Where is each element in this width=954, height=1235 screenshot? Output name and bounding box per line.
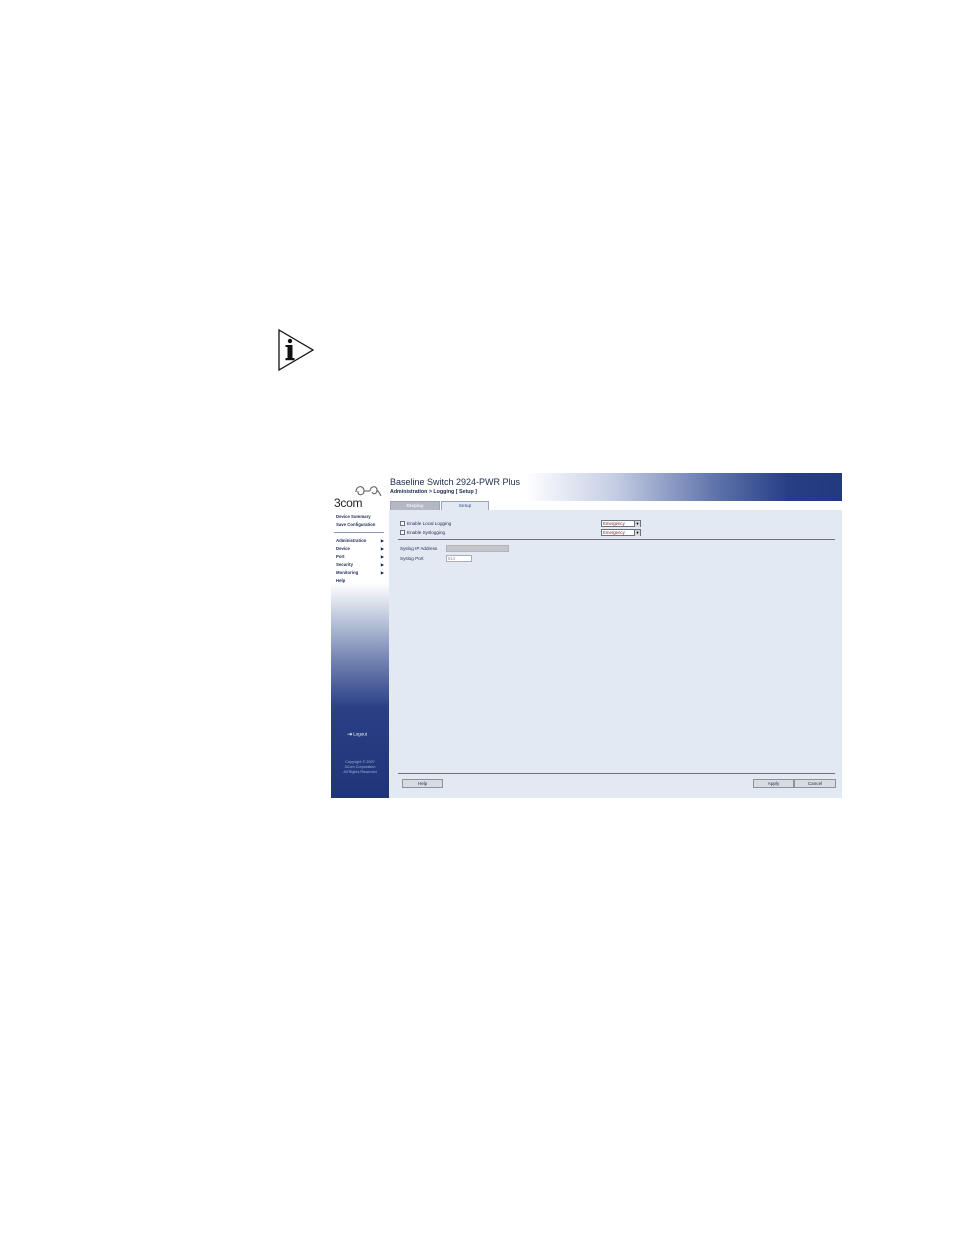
tab-bar: Display Setup [389, 501, 842, 510]
section-divider [398, 539, 835, 540]
sidebar: 3com Device Summary Save Configuration A… [331, 473, 389, 798]
web-ui-screenshot: 3com Device Summary Save Configuration A… [331, 473, 842, 798]
syslog-ip-label: Syslog IP Address [400, 546, 438, 551]
sidebar-item-label: Device [336, 546, 350, 551]
sidebar-item-label: Administration [336, 538, 367, 543]
sidebar-item-monitoring[interactable]: Monitoring ▶ [336, 570, 384, 575]
header-banner: Baseline Switch 2924-PWR Plus Administra… [389, 473, 842, 503]
sidebar-link-save-configuration[interactable]: Save Configuration [336, 522, 375, 527]
enable-syslogging-checkbox[interactable] [400, 530, 405, 536]
sidebar-item-security[interactable]: Security ▶ [336, 562, 384, 567]
submenu-arrow-icon: ▶ [380, 562, 384, 567]
syslog-port-label: Syslog Port [400, 556, 424, 561]
logout-label: Logout [353, 731, 368, 737]
select-value: Emergency [603, 530, 625, 535]
submenu-arrow-icon: ▶ [380, 538, 384, 543]
breadcrumb: Administration > Logging [ Setup ] [390, 489, 477, 495]
submenu-arrow-icon: ▶ [380, 570, 384, 575]
dropdown-arrow-icon: ▼ [634, 530, 640, 536]
syslogging-severity-select[interactable]: Emergency ▼ [601, 529, 641, 536]
brand-logo: 3com [333, 479, 387, 510]
sidebar-item-label: Help [336, 578, 346, 583]
logout-icon: ⇥ [347, 732, 353, 738]
sidebar-item-label: Monitoring [336, 570, 359, 575]
syslog-port-value: 514 [448, 556, 455, 561]
sidebar-item-label: Port [336, 554, 345, 559]
sidebar-item-administration[interactable]: Administration ▶ [336, 538, 384, 543]
apply-button[interactable]: Apply [753, 779, 794, 788]
app-title: Baseline Switch 2924-PWR Plus [390, 477, 521, 487]
sidebar-item-port[interactable]: Port ▶ [336, 554, 384, 559]
sidebar-divider [334, 532, 384, 533]
logout-button[interactable]: ⇥ Logout [347, 731, 367, 738]
sidebar-item-label: Security [336, 562, 353, 567]
logging-setup-form: Enable Local Logging Emergency ▼ Enable … [389, 510, 842, 798]
dropdown-arrow-icon: ▼ [634, 521, 640, 527]
sidebar-item-help[interactable]: Help [336, 578, 384, 583]
local-logging-severity-select[interactable]: Emergency ▼ [601, 520, 641, 527]
syslogging-row: Enable Syslogging [400, 530, 446, 536]
brand-name: 3com [334, 496, 363, 510]
tab-display[interactable]: Display [390, 501, 440, 510]
enable-syslogging-label: Enable Syslogging [407, 530, 446, 535]
submenu-arrow-icon: ▶ [380, 546, 384, 551]
copyright-line: All Rights Reserved [343, 770, 377, 774]
enable-local-logging-label: Enable Local Logging [407, 521, 452, 526]
tab-setup[interactable]: Setup [441, 501, 489, 510]
cancel-button[interactable]: Cancel [794, 779, 836, 788]
info-icon [277, 328, 315, 372]
footer-divider [398, 773, 835, 774]
local-logging-row: Enable Local Logging [400, 521, 452, 527]
select-value: Emergency [603, 521, 625, 526]
submenu-arrow-icon: ▶ [380, 554, 384, 559]
enable-local-logging-checkbox[interactable] [400, 521, 405, 527]
syslog-port-input[interactable]: 514 [446, 555, 472, 562]
syslog-ip-input[interactable] [446, 545, 509, 552]
sidebar-link-device-summary[interactable]: Device Summary [336, 514, 371, 519]
copyright-notice: Copyright © 2007 3Com Corporation All Ri… [333, 760, 387, 775]
help-button[interactable]: Help [402, 779, 443, 788]
sidebar-item-device[interactable]: Device ▶ [336, 546, 384, 551]
